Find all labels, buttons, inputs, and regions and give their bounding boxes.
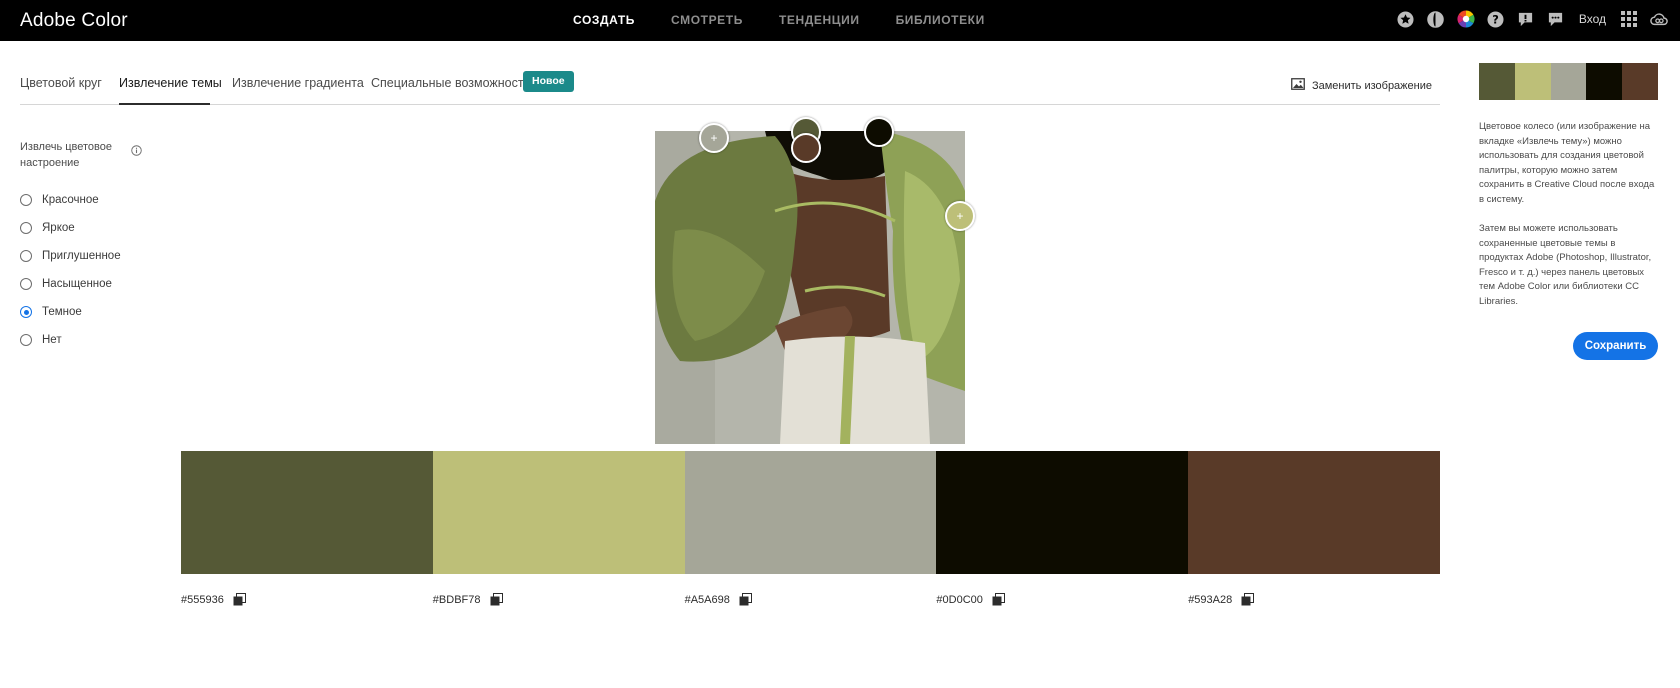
alert-icon[interactable] — [1517, 10, 1535, 28]
source-photo — [655, 131, 965, 444]
swatch-5[interactable] — [1188, 451, 1440, 574]
info-icon[interactable] — [131, 143, 142, 161]
hex-value[interactable]: #A5A698 — [685, 594, 730, 606]
topbar-icons: ? Вход — [1397, 10, 1668, 28]
description-paragraph-1: Цветовое колесо (или изображение на вкла… — [1479, 121, 1655, 205]
mood-option-label: Темное — [42, 306, 82, 318]
contrast-icon[interactable] — [1427, 10, 1445, 28]
tab-accessibility[interactable]: Специальные возможности — [371, 76, 531, 90]
login-link[interactable]: Вход — [1579, 12, 1606, 26]
preview-swatch — [1514, 63, 1551, 100]
nav-item-create[interactable]: СОЗДАТЬ — [573, 13, 635, 27]
hex-value[interactable]: #593A28 — [1188, 594, 1232, 606]
help-icon[interactable]: ? — [1487, 10, 1505, 28]
radio-button[interactable] — [20, 334, 32, 346]
radio-button[interactable] — [20, 278, 32, 290]
svg-text:?: ? — [1493, 12, 1500, 26]
mood-options: Красочное Яркое Приглушенное Насыщенное … — [20, 186, 121, 354]
apps-grid-icon[interactable] — [1620, 10, 1638, 28]
active-tab-underline — [119, 103, 210, 105]
app-logo[interactable]: Adobe Color — [20, 10, 128, 32]
nav-item-explore[interactable]: СМОТРЕТЬ — [671, 13, 743, 27]
preview-swatch — [1550, 63, 1587, 100]
swatch-3[interactable] — [684, 451, 937, 574]
mood-option-label: Приглушенное — [42, 250, 121, 262]
mood-option-label: Яркое — [42, 222, 75, 234]
image-icon — [1291, 78, 1305, 93]
mood-option-dark[interactable]: Темное — [20, 298, 121, 326]
mood-option-label: Красочное — [42, 194, 99, 206]
preview-swatch — [1479, 63, 1515, 100]
hex-value[interactable]: #BDBF78 — [433, 594, 481, 606]
preview-swatch — [1586, 63, 1623, 100]
tab-color-wheel[interactable]: Цветовой круг — [20, 76, 102, 90]
creative-cloud-icon[interactable] — [1650, 10, 1668, 28]
copy-icon[interactable] — [490, 593, 503, 606]
mode-tabs: Цветовой круг Извлечение темы Извлечение… — [20, 64, 1440, 105]
color-wheel-icon[interactable] — [1457, 10, 1475, 28]
mood-option-label: Нет — [42, 334, 62, 346]
hex-cell: #593A28 — [1188, 593, 1440, 606]
swatch-1[interactable] — [181, 451, 433, 574]
nav-item-trends[interactable]: ТЕНДЕНЦИИ — [779, 13, 860, 27]
color-picker-handle[interactable] — [791, 133, 821, 163]
chat-icon[interactable] — [1547, 10, 1565, 28]
mood-title: Извлечь цветовое настроение — [20, 141, 112, 169]
copy-icon[interactable] — [233, 593, 246, 606]
radio-button[interactable] — [20, 222, 32, 234]
preview-swatch — [1622, 63, 1658, 100]
mood-option-colorful[interactable]: Красочное — [20, 186, 121, 214]
color-picker-handle[interactable]: + — [945, 201, 975, 231]
hex-value[interactable]: #0D0C00 — [936, 594, 982, 606]
swatch-4[interactable] — [936, 451, 1189, 574]
mood-option-deep[interactable]: Насыщенное — [20, 270, 121, 298]
color-picker-handle[interactable]: + — [699, 123, 729, 153]
hex-cell: #BDBF78 — [433, 593, 685, 606]
hex-cell: #A5A698 — [685, 593, 937, 606]
panel-description: Цветовое колесо (или изображение на вкла… — [1479, 120, 1659, 324]
hex-value[interactable]: #555936 — [181, 594, 224, 606]
copy-icon[interactable] — [992, 593, 1005, 606]
hex-values: #555936 #BDBF78 #A5A698 #0D0C00 #593A28 — [181, 593, 1440, 606]
swatch-2[interactable] — [432, 451, 685, 574]
replace-image-label: Заменить изображение — [1311, 79, 1432, 92]
copy-icon[interactable] — [739, 593, 752, 606]
tab-extract-gradient[interactable]: Извлечение градиента — [232, 76, 364, 90]
tab-extract-theme[interactable]: Извлечение темы — [119, 76, 222, 90]
main-nav: СОЗДАТЬ СМОТРЕТЬ ТЕНДЕНЦИИ БИБЛИОТЕКИ — [573, 13, 1021, 27]
radio-button[interactable] — [20, 250, 32, 262]
mood-option-label: Насыщенное — [42, 278, 112, 290]
description-paragraph-2: Затем вы можете использовать сохраненные… — [1479, 223, 1652, 307]
radio-button-checked[interactable] — [20, 306, 32, 318]
photo-illustration — [655, 131, 965, 444]
hex-cell: #0D0C00 — [936, 593, 1188, 606]
new-badge: Новое — [523, 71, 574, 92]
mood-option-bright[interactable]: Яркое — [20, 214, 121, 242]
radio-button[interactable] — [20, 194, 32, 206]
save-button[interactable]: Сохранить — [1573, 332, 1658, 360]
copy-icon[interactable] — [1241, 593, 1255, 606]
hex-cell: #555936 — [181, 593, 433, 606]
mood-option-none[interactable]: Нет — [20, 326, 121, 354]
palette-preview — [1479, 63, 1658, 100]
color-picker-handle[interactable] — [864, 117, 894, 147]
palette-swatches — [181, 451, 1440, 574]
mood-option-muted[interactable]: Приглушенное — [20, 242, 121, 270]
top-navigation-bar: Adobe Color СОЗДАТЬ СМОТРЕТЬ ТЕНДЕНЦИИ Б… — [0, 0, 1680, 41]
replace-image-button[interactable]: Заменить изображение — [1291, 78, 1432, 93]
star-icon[interactable] — [1397, 10, 1415, 28]
nav-item-libraries[interactable]: БИБЛИОТЕКИ — [896, 13, 985, 27]
